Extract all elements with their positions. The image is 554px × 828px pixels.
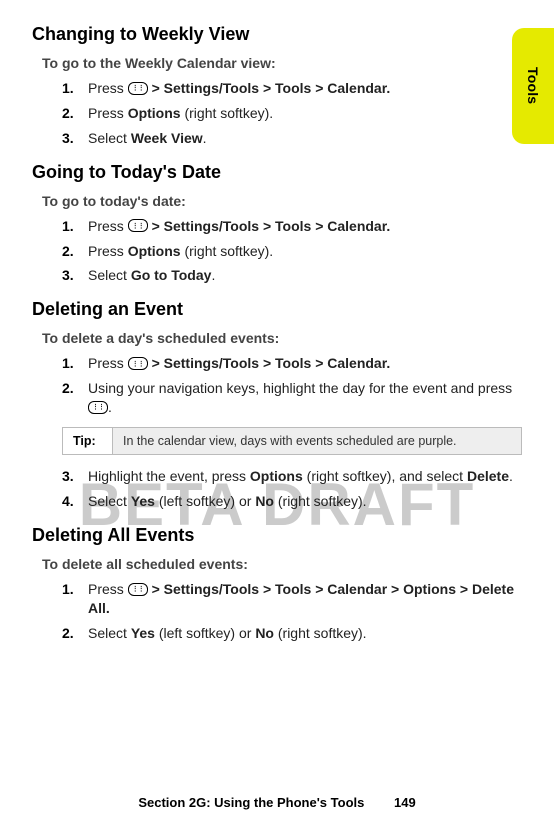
heading-deleting-event: Deleting an Event [32, 299, 522, 320]
list-item: 3. Select Week View. [62, 129, 522, 148]
step-body: Press > Settings/Tools > Tools > Calenda… [88, 79, 522, 98]
text: (right softkey). [181, 243, 274, 259]
step-number: 3. [62, 467, 78, 486]
lead-deleting-event: To delete a day's scheduled events: [42, 330, 522, 346]
steps-today: 1. Press > Settings/Tools > Tools > Cale… [62, 217, 522, 286]
text: Select [88, 493, 131, 509]
text: . [509, 468, 513, 484]
step-body: Press > Settings/Tools > Tools > Calenda… [88, 217, 522, 236]
step-body: Select Go to Today. [88, 266, 522, 285]
step-number: 3. [62, 129, 78, 148]
text: Press [88, 581, 128, 597]
text: (left softkey) or [155, 625, 255, 641]
text: Press [88, 243, 128, 259]
text: Press [88, 105, 128, 121]
text: Using your navigation keys, highlight th… [88, 380, 512, 396]
step-number: 1. [62, 580, 78, 618]
text: Select [88, 130, 131, 146]
menu-key-icon [128, 583, 148, 596]
list-item: 2. Press Options (right softkey). [62, 242, 522, 261]
step-body: Press > Settings/Tools > Tools > Calenda… [88, 354, 522, 373]
steps-deleting-event-a: 1. Press > Settings/Tools > Tools > Cale… [62, 354, 522, 417]
text: Press [88, 355, 128, 371]
tip-label: Tip: [63, 428, 113, 454]
text: Press [88, 218, 128, 234]
list-item: 2. Select Yes (left softkey) or No (righ… [62, 624, 522, 643]
menu-key-icon [128, 219, 148, 232]
text: (right softkey). [274, 493, 367, 509]
breadcrumb: > Settings/Tools > Tools > Calendar > Op… [88, 581, 514, 616]
heading-today: Going to Today's Date [32, 162, 522, 183]
list-item: 4. Select Yes (left softkey) or No (righ… [62, 492, 522, 511]
text: Options [250, 468, 303, 484]
text: . [211, 267, 215, 283]
step-body: Press Options (right softkey). [88, 242, 522, 261]
steps-weekly: 1. Press > Settings/Tools > Tools > Cale… [62, 79, 522, 148]
step-number: 2. [62, 379, 78, 417]
text: Select [88, 267, 131, 283]
breadcrumb: > Settings/Tools > Tools > Calendar. [148, 355, 391, 371]
list-item: 1. Press > Settings/Tools > Tools > Cale… [62, 79, 522, 98]
heading-deleting-all: Deleting All Events [32, 525, 522, 546]
list-item: 2. Press Options (right softkey). [62, 104, 522, 123]
text: (right softkey). [181, 105, 274, 121]
step-number: 2. [62, 242, 78, 261]
steps-deleting-all: 1. Press > Settings/Tools > Tools > Cale… [62, 580, 522, 643]
list-item: 3. Highlight the event, press Options (r… [62, 467, 522, 486]
list-item: 1. Press > Settings/Tools > Tools > Cale… [62, 217, 522, 236]
tip-box: Tip: In the calendar view, days with eve… [62, 427, 522, 455]
step-number: 1. [62, 79, 78, 98]
lead-weekly: To go to the Weekly Calendar view: [42, 55, 522, 71]
heading-weekly: Changing to Weekly View [32, 24, 522, 45]
page-content: Changing to Weekly View To go to the Wee… [0, 0, 554, 642]
steps-deleting-event-b: 3. Highlight the event, press Options (r… [62, 467, 522, 511]
list-item: 3. Select Go to Today. [62, 266, 522, 285]
text: . [108, 399, 112, 415]
step-number: 1. [62, 217, 78, 236]
list-item: 1. Press > Settings/Tools > Tools > Cale… [62, 580, 522, 618]
step-body: Press Options (right softkey). [88, 104, 522, 123]
breadcrumb: > Settings/Tools > Tools > Calendar. [148, 218, 391, 234]
text: Press [88, 80, 128, 96]
lead-deleting-all: To delete all scheduled events: [42, 556, 522, 572]
menu-key-icon [128, 82, 148, 95]
list-item: 1. Press > Settings/Tools > Tools > Cale… [62, 354, 522, 373]
text: Options [128, 105, 181, 121]
step-number: 2. [62, 624, 78, 643]
page-footer: Section 2G: Using the Phone's Tools 149 [0, 795, 554, 810]
step-number: 2. [62, 104, 78, 123]
tip-text: In the calendar view, days with events s… [113, 428, 521, 454]
text: (left softkey) or [155, 493, 255, 509]
list-item: 2. Using your navigation keys, highlight… [62, 379, 522, 417]
text: . [203, 130, 207, 146]
text: Highlight the event, press [88, 468, 250, 484]
text: (right softkey). [274, 625, 367, 641]
step-body: Using your navigation keys, highlight th… [88, 379, 522, 417]
step-body: Highlight the event, press Options (righ… [88, 467, 522, 486]
text: Yes [131, 625, 155, 641]
text: No [255, 493, 274, 509]
footer-text: Section 2G: Using the Phone's Tools [138, 795, 364, 810]
lead-today: To go to today's date: [42, 193, 522, 209]
step-body: Press > Settings/Tools > Tools > Calenda… [88, 580, 522, 618]
menu-key-icon [128, 357, 148, 370]
step-body: Select Week View. [88, 129, 522, 148]
step-number: 4. [62, 492, 78, 511]
page-number: 149 [394, 795, 416, 810]
menu-key-icon [88, 401, 108, 414]
text: (right softkey), and select [303, 468, 467, 484]
step-body: Select Yes (left softkey) or No (right s… [88, 624, 522, 643]
text: Delete [467, 468, 509, 484]
step-number: 3. [62, 266, 78, 285]
step-body: Select Yes (left softkey) or No (right s… [88, 492, 522, 511]
text: Yes [131, 493, 155, 509]
text: Week View [131, 130, 203, 146]
text: Go to Today [131, 267, 212, 283]
text: Options [128, 243, 181, 259]
step-number: 1. [62, 354, 78, 373]
text: Select [88, 625, 131, 641]
breadcrumb: > Settings/Tools > Tools > Calendar. [148, 80, 391, 96]
text: No [255, 625, 274, 641]
